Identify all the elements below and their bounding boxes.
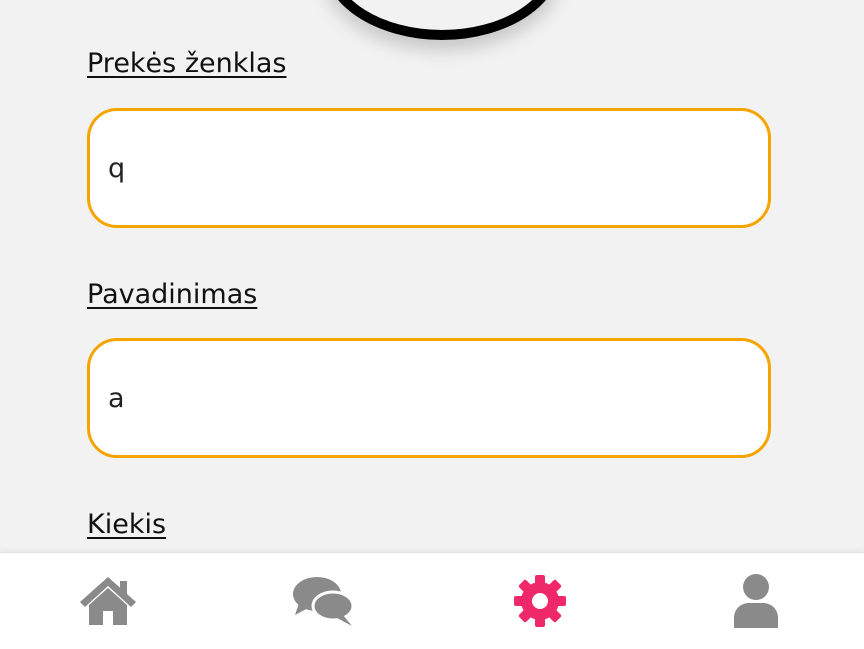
chat-icon [293, 577, 355, 626]
user-icon [734, 574, 778, 628]
nav-messages[interactable] [269, 553, 379, 649]
product-form: Prekės ženklas Pavadinimas Kiekis [0, 0, 864, 552]
nav-settings[interactable] [485, 553, 595, 649]
brand-input[interactable] [87, 108, 771, 228]
home-icon [80, 577, 136, 625]
brand-label: Prekės ženklas [87, 48, 287, 79]
name-input[interactable] [87, 338, 771, 458]
bottom-navigation [0, 552, 864, 649]
gear-icon [514, 575, 566, 627]
quantity-label: Kiekis [87, 509, 167, 540]
name-label: Pavadinimas [87, 279, 258, 310]
nav-profile[interactable] [701, 553, 811, 649]
nav-home[interactable] [53, 553, 163, 649]
